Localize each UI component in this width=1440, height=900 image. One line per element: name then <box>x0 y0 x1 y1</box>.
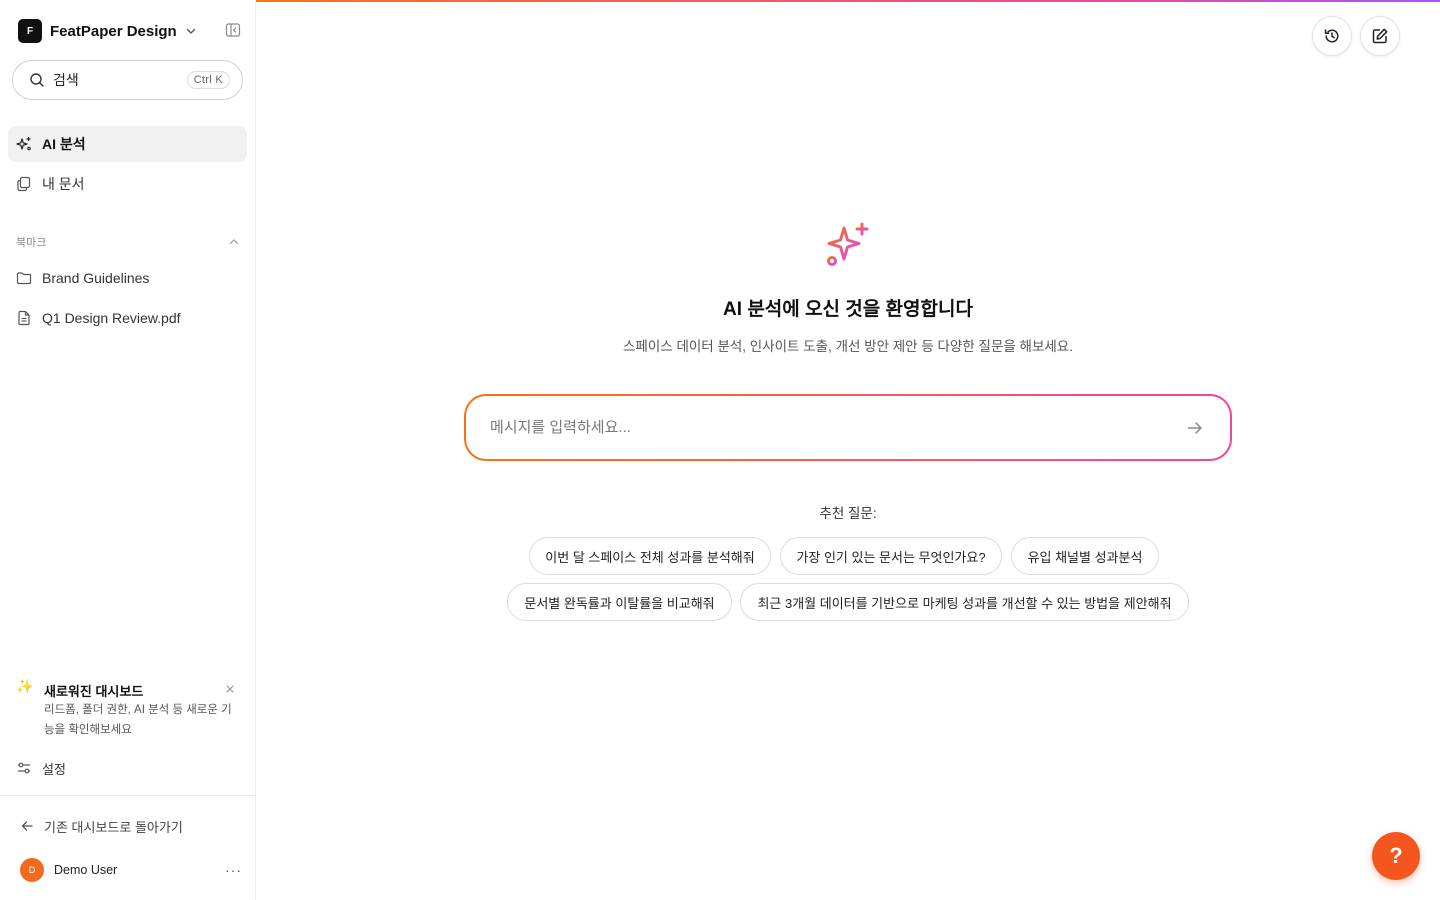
history-button[interactable] <box>1312 16 1352 56</box>
page-subtitle: 스페이스 데이터 분석, 인사이트 도출, 개선 방안 제안 등 다양한 질문을… <box>623 339 1073 354</box>
back-to-classic-dashboard-link[interactable]: 기존 대시보드로 돌아가기 <box>20 816 183 836</box>
sparkles-icon <box>16 136 32 152</box>
documents-icon <box>16 176 32 192</box>
chevron-down-icon <box>185 25 197 37</box>
suggestion-chip[interactable]: 최근 3개월 데이터를 기반으로 마케팅 성과를 개선할 수 있는 방법을 제안… <box>740 583 1189 621</box>
workspace-switcher[interactable]: F FeatPaper Design <box>18 18 197 44</box>
new-chat-button[interactable] <box>1360 16 1400 56</box>
sidebar: F FeatPaper Design 검색 Ctrl K AI 분석 내 문서 … <box>0 0 256 900</box>
settings-link[interactable]: 설정 <box>16 758 66 778</box>
nav-item-label: 내 문서 <box>42 176 85 192</box>
search-input[interactable]: 검색 Ctrl K <box>12 60 243 100</box>
sidebar-divider <box>0 795 256 796</box>
chevron-up-icon <box>228 236 240 248</box>
folder-icon <box>16 270 32 286</box>
suggestion-chip[interactable]: 가장 인기 있는 문서는 무엇인가요? <box>780 537 1002 575</box>
close-icon[interactable] <box>224 683 236 695</box>
file-icon <box>16 310 32 326</box>
workspace-logo: F <box>18 19 42 43</box>
avatar: D <box>20 858 44 882</box>
history-icon <box>1323 27 1341 45</box>
user-name: Demo User <box>54 863 118 877</box>
page-title: AI 분석에 오신 것을 환영합니다 <box>723 299 973 320</box>
edit-icon <box>1371 27 1389 45</box>
search-icon <box>29 72 45 88</box>
suggestions-label: 추천 질문: <box>819 506 877 521</box>
suggestion-chip[interactable]: 유입 채널별 성과분석 <box>1011 537 1159 575</box>
nav-item-my-documents[interactable]: 내 문서 <box>8 166 247 202</box>
nav-item-label: AI 분석 <box>42 136 86 152</box>
bookmark-item-q1-design-review[interactable]: Q1 Design Review.pdf <box>8 300 247 336</box>
bookmarks-section-toggle[interactable]: 북마크 <box>16 234 240 250</box>
suggestion-chip[interactable]: 이번 달 스페이스 전체 성과를 분석해줘 <box>529 537 771 575</box>
more-options-icon[interactable]: ··· <box>225 862 242 878</box>
suggestion-chip[interactable]: 문서별 완독률과 이탈률을 비교해줘 <box>507 583 732 621</box>
ai-sparkle-icon <box>822 220 874 272</box>
promo-description: 리드폼, 폴더 권한, AI 분석 등 새로운 기능을 확인해보세요 <box>44 704 232 736</box>
back-link-label: 기존 대시보드로 돌아가기 <box>44 819 183 835</box>
bookmark-label: Brand Guidelines <box>42 270 150 286</box>
settings-label: 설정 <box>42 761 66 777</box>
search-shortcut-badge: Ctrl K <box>186 71 230 89</box>
sparkle-emoji-icon: ✨ <box>16 678 34 694</box>
bookmark-label: Q1 Design Review.pdf <box>42 310 181 326</box>
message-composer <box>464 394 1232 461</box>
user-profile[interactable]: D Demo User ··· <box>20 857 242 883</box>
sliders-icon <box>16 760 32 776</box>
message-composer-inner <box>466 396 1230 459</box>
message-input[interactable] <box>490 419 1184 436</box>
search-label: 검색 <box>53 72 79 88</box>
workspace-name: FeatPaper Design <box>50 22 177 40</box>
sidebar-collapse-icon[interactable] <box>224 21 242 39</box>
top-gradient-bar <box>256 0 1440 2</box>
arrow-left-icon <box>20 819 34 833</box>
help-button[interactable]: ? <box>1372 832 1420 880</box>
bookmark-item-brand-guidelines[interactable]: Brand Guidelines <box>8 260 247 296</box>
nav-item-ai-analysis[interactable]: AI 분석 <box>8 126 247 162</box>
bookmarks-title: 북마크 <box>16 237 47 249</box>
promo-title: 새로워진 대시보드 <box>44 684 144 699</box>
send-arrow-icon[interactable] <box>1184 417 1206 439</box>
